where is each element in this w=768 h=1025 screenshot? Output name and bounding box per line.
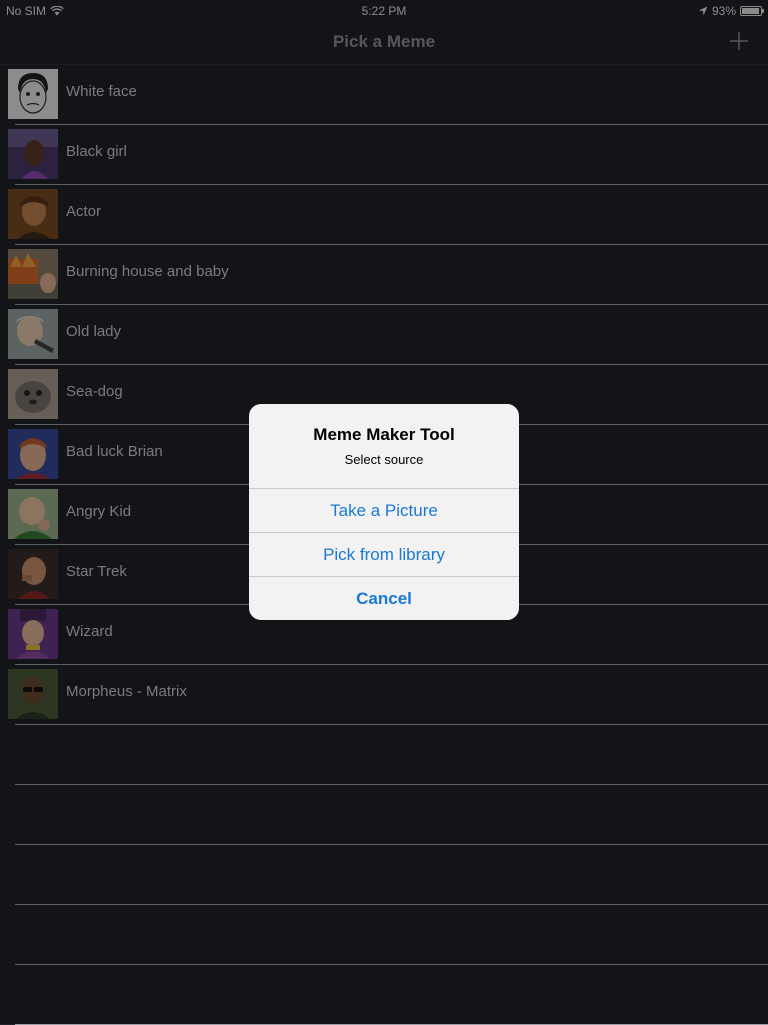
cancel-button[interactable]: Cancel (249, 576, 519, 620)
take-picture-button[interactable]: Take a Picture (249, 488, 519, 532)
pick-from-library-button[interactable]: Pick from library (249, 532, 519, 576)
alert-title: Meme Maker Tool (313, 425, 455, 444)
source-alert-dialog: Meme Maker Tool Select source Take a Pic… (249, 404, 519, 620)
alert-message: Select source (344, 452, 424, 467)
